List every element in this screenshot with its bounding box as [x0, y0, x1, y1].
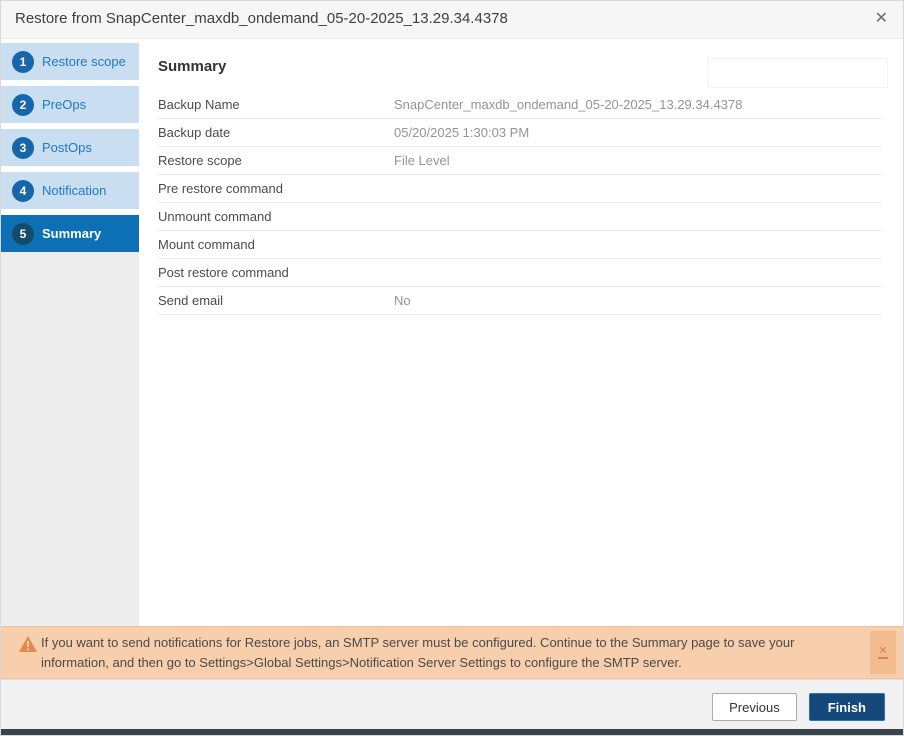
step-label: Restore scope [42, 54, 126, 69]
summary-row-label: Mount command [158, 237, 255, 252]
summary-row: Backup date 05/20/2025 1:30:03 PM [158, 119, 881, 147]
wizard-step-summary[interactable]: 5 Summary [1, 215, 139, 252]
warning-close-icon: ✕ [878, 645, 888, 659]
step-number-badge: 4 [12, 179, 34, 202]
step-number-badge: 2 [12, 93, 34, 116]
step-label: Summary [42, 226, 102, 241]
footer-buttons: Previous Finish [712, 693, 885, 721]
previous-button[interactable]: Previous [712, 693, 797, 721]
summary-row-label: Unmount command [158, 209, 272, 224]
summary-row-value: File Level [394, 153, 450, 168]
summary-row: Unmount command [158, 203, 881, 231]
summary-row-value: 05/20/2025 1:30:03 PM [394, 125, 530, 140]
close-icon[interactable]: ✕ [875, 9, 888, 29]
restore-wizard-dialog: Restore from SnapCenter_maxdb_ondemand_0… [0, 0, 904, 736]
summary-row-label: Backup date [158, 125, 231, 140]
wizard-step-postops[interactable]: 3 PostOps [1, 129, 139, 166]
warning-close-button[interactable]: ✕ [870, 631, 896, 674]
summary-row: Restore scope File Level [158, 147, 881, 175]
step-label: Notification [42, 183, 107, 198]
step-number-badge: 3 [12, 136, 34, 159]
summary-row: Mount command [158, 231, 881, 259]
summary-row: Send email No [158, 287, 881, 315]
window-bottom-edge [1, 729, 903, 735]
sidebar-filler [1, 252, 139, 626]
summary-row: Post restore command [158, 259, 881, 287]
summary-row: Pre restore command [158, 175, 881, 203]
finish-button[interactable]: Finish [808, 693, 885, 721]
summary-panel: Summary Backup Name SnapCenter_maxdb_ond… [139, 39, 903, 626]
wizard-step-notification[interactable]: 4 Notification [1, 172, 139, 209]
step-number-badge: 5 [12, 222, 34, 245]
summary-row-label: Send email [158, 293, 224, 308]
summary-row-value: SnapCenter_maxdb_ondemand_05-20-2025_13.… [394, 97, 743, 112]
dialog-body: 1 Restore scope 2 PreOps 3 PostOps 4 Not… [1, 39, 903, 626]
summary-row-label: Backup Name [158, 97, 240, 112]
summary-row-label: Post restore command [158, 265, 289, 280]
wizard-sidebar: 1 Restore scope 2 PreOps 3 PostOps 4 Not… [1, 39, 139, 626]
wizard-step-restore-scope[interactable]: 1 Restore scope [1, 43, 139, 80]
summary-row-label: Pre restore command [158, 181, 283, 196]
faint-panel [708, 58, 888, 88]
dialog-titlebar: Restore from SnapCenter_maxdb_ondemand_0… [1, 1, 903, 39]
warning-message: If you want to send notifications for Re… [41, 635, 795, 670]
summary-row-value: No [394, 293, 411, 308]
summary-rows: Backup Name SnapCenter_maxdb_ondemand_05… [158, 91, 881, 315]
wizard-step-preops[interactable]: 2 PreOps [1, 86, 139, 123]
dialog-footer: Previous Finish [1, 679, 903, 731]
wizard-steps: 1 Restore scope 2 PreOps 3 PostOps 4 Not… [1, 43, 139, 258]
summary-row: Backup Name SnapCenter_maxdb_ondemand_05… [158, 91, 881, 119]
summary-row-label: Restore scope [158, 153, 242, 168]
smtp-warning-banner: If you want to send notifications for Re… [1, 626, 903, 679]
step-label: PreOps [42, 97, 87, 112]
warning-triangle-icon [19, 636, 37, 652]
step-label: PostOps [42, 140, 92, 155]
dialog-title: Restore from SnapCenter_maxdb_ondemand_0… [15, 10, 508, 27]
step-number-badge: 1 [12, 50, 34, 73]
